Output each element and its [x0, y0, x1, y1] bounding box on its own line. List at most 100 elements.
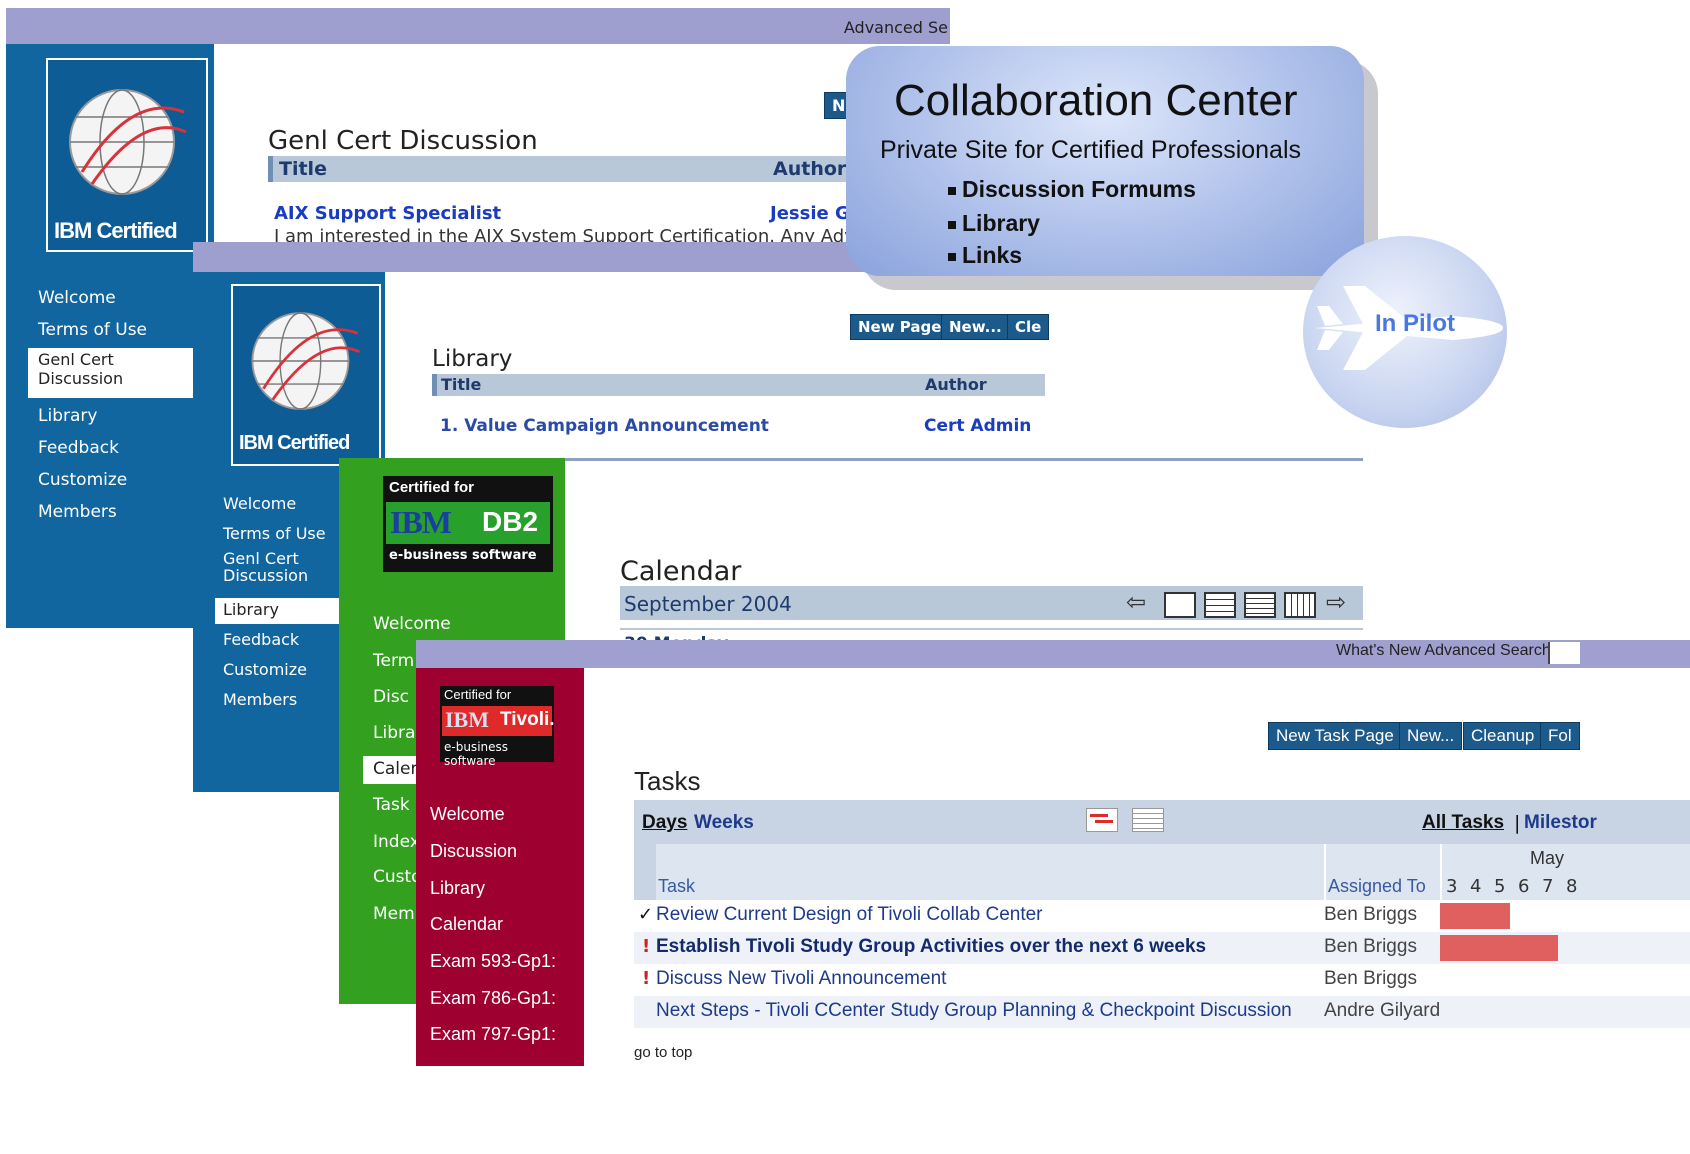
row-title-link[interactable]: AIX Support Specialist [274, 203, 501, 224]
nav-library[interactable]: Library [430, 878, 485, 899]
nav-terms[interactable]: Terms of Use [223, 524, 326, 543]
col-task[interactable]: Task [658, 876, 695, 897]
logo-text: IBM Certified [239, 432, 350, 454]
prev-arrow-icon[interactable]: ⇦ [1126, 588, 1146, 616]
month-label: September 2004 [624, 592, 792, 616]
logo-band: IBM Tivoli. [442, 706, 555, 736]
globe-icon [69, 89, 187, 195]
next-arrow-icon[interactable]: ⇨ [1326, 588, 1346, 616]
days-view-link[interactable]: Days [642, 812, 687, 834]
table-header: Title Author [432, 374, 1045, 396]
db2-text: DB2 [482, 506, 539, 537]
page-title: Library [432, 346, 513, 372]
nav-welcome[interactable]: Welcome [373, 614, 451, 634]
nav-members[interactable]: Members [38, 502, 117, 522]
nav-library[interactable]: Libra [373, 723, 415, 743]
new-button[interactable]: New... [941, 314, 1010, 340]
cleanup-button[interactable]: Cleanup [1463, 722, 1543, 750]
folder-button[interactable]: Fol [1540, 722, 1580, 750]
row-author-link[interactable]: Jessie G [770, 203, 850, 224]
bullet-discussion: Discussion Formums [948, 176, 1196, 203]
nav-tasks[interactable]: Task [373, 795, 410, 815]
col-assigned-to[interactable]: Assigned To [1328, 876, 1426, 897]
row-title-link[interactable]: 1. Value Campaign Announcement [440, 416, 769, 436]
twoweek-view-icon[interactable] [1244, 592, 1276, 618]
col-divider [1324, 844, 1326, 900]
sidebar: IBM Certified Welcome Terms of Use Genl … [6, 44, 214, 628]
nav-discussion[interactable]: Discussion [430, 841, 517, 862]
task-row[interactable]: ! Establish Tivoli Study Group Activitie… [634, 932, 1690, 964]
nav-exam-797[interactable]: Exam 797-Gp1: [430, 1024, 556, 1045]
callout-title: Collaboration Center [894, 76, 1298, 125]
advanced-search-link[interactable]: Advanced Se [844, 18, 948, 37]
list-view-icon[interactable] [1132, 808, 1164, 832]
gantt-bar[interactable] [1440, 903, 1510, 929]
ibm-logo: IBM [445, 707, 489, 732]
calendar-header: September 2004 ⇦ ⇨ [620, 586, 1363, 620]
task-name-link[interactable]: Establish Tivoli Study Group Activities … [656, 936, 1206, 958]
week-view-icon[interactable] [1204, 592, 1236, 618]
task-name-link[interactable]: Review Current Design of Tivoli Collab C… [656, 904, 1043, 926]
col-title[interactable]: Title [441, 375, 481, 394]
nav-customize[interactable]: Customize [38, 470, 127, 490]
cleanup-button[interactable]: Cle [1007, 314, 1050, 340]
gantt-bar[interactable] [1440, 935, 1558, 961]
nav-terms[interactable]: Term [373, 651, 414, 671]
logo-line3: e-business software [389, 548, 537, 563]
nav-feedback[interactable]: Feedback [38, 438, 119, 458]
nav-calendar[interactable]: Calendar [430, 914, 503, 935]
col-author[interactable]: Author [773, 158, 846, 180]
col-author[interactable]: Author [925, 375, 987, 394]
day-3: 3 [1446, 876, 1458, 897]
row-author-link[interactable]: Cert Admin [924, 416, 1031, 436]
nav-feedback[interactable]: Feedback [223, 630, 299, 649]
day-6: 6 [1518, 876, 1530, 897]
milestones-link[interactable]: Milestor [1524, 812, 1597, 834]
nav-genl-cert-discussion[interactable]: Genl Cert Discussion [28, 348, 198, 398]
task-row[interactable]: ! Discuss New Tivoli Announcement Ben Br… [634, 964, 1690, 996]
tivoli-logo: Certified for IBM Tivoli. e-business sof… [440, 686, 555, 768]
nav-members[interactable]: Members [223, 690, 297, 709]
task-name-link[interactable]: Discuss New Tivoli Announcement [656, 968, 946, 990]
weeks-view-link[interactable]: Weeks [694, 812, 754, 834]
logo-line1: Certified for [389, 479, 475, 496]
all-tasks-link[interactable]: All Tasks [1422, 812, 1504, 834]
page-title: Genl Cert Discussion [268, 126, 538, 156]
nav-welcome[interactable]: Welcome [223, 494, 296, 513]
logo-text: IBM Certified [54, 218, 178, 243]
nav-genl-cert-discussion[interactable]: Genl Cert Discussion [223, 550, 343, 584]
task-row[interactable]: ✓ Review Current Design of Tivoli Collab… [634, 900, 1690, 932]
priority-icon: ! [642, 936, 651, 957]
day-view-icon[interactable] [1164, 592, 1196, 618]
page-title: Tasks [634, 766, 701, 796]
bullet-library: Library [948, 210, 1040, 237]
month-view-icon[interactable] [1284, 592, 1316, 618]
view-bar: Days Weeks All Tasks | Milestor [634, 800, 1690, 844]
new-task-page-button[interactable]: New Task Page [1268, 722, 1402, 750]
nav-library[interactable]: Library [38, 406, 97, 426]
nav-index[interactable]: Index [373, 832, 420, 852]
go-to-top-link[interactable]: go to top [634, 1044, 692, 1061]
col-title[interactable]: Title [279, 158, 327, 180]
day-5: 5 [1494, 876, 1506, 897]
nav-customize[interactable]: Custo [373, 867, 422, 887]
new-button[interactable]: New... [1399, 722, 1463, 750]
nav-label: Genl Cert Discussion [223, 549, 309, 585]
new-page-button[interactable]: New Page [850, 314, 950, 340]
nav-welcome[interactable]: Welcome [430, 804, 505, 825]
nav-customize[interactable]: Customize [223, 660, 307, 679]
nav-discussion[interactable]: Disc [373, 687, 409, 707]
gantt-view-icon[interactable] [1086, 808, 1118, 832]
callout-subtitle: Private Site for Certified Professionals [880, 136, 1302, 164]
task-table-header: Task Assigned To May 3 4 5 6 7 8 [634, 844, 1690, 900]
task-name-link[interactable]: Next Steps - Tivoli CCenter Study Group … [656, 1000, 1292, 1022]
topbar-search-box[interactable] [1548, 642, 1580, 664]
nav-exam-786[interactable]: Exam 786-Gp1: [430, 988, 556, 1009]
nav-welcome[interactable]: Welcome [38, 288, 116, 308]
nav-label: Genl Cert Discussion [38, 350, 124, 388]
nav-members[interactable]: Mem [373, 904, 415, 924]
task-row[interactable]: Next Steps - Tivoli CCenter Study Group … [634, 996, 1690, 1028]
whats-new-search-links[interactable]: What's New Advanced Search [1336, 642, 1551, 660]
nav-terms[interactable]: Terms of Use [38, 320, 147, 340]
nav-exam-593[interactable]: Exam 593-Gp1: [430, 951, 556, 972]
